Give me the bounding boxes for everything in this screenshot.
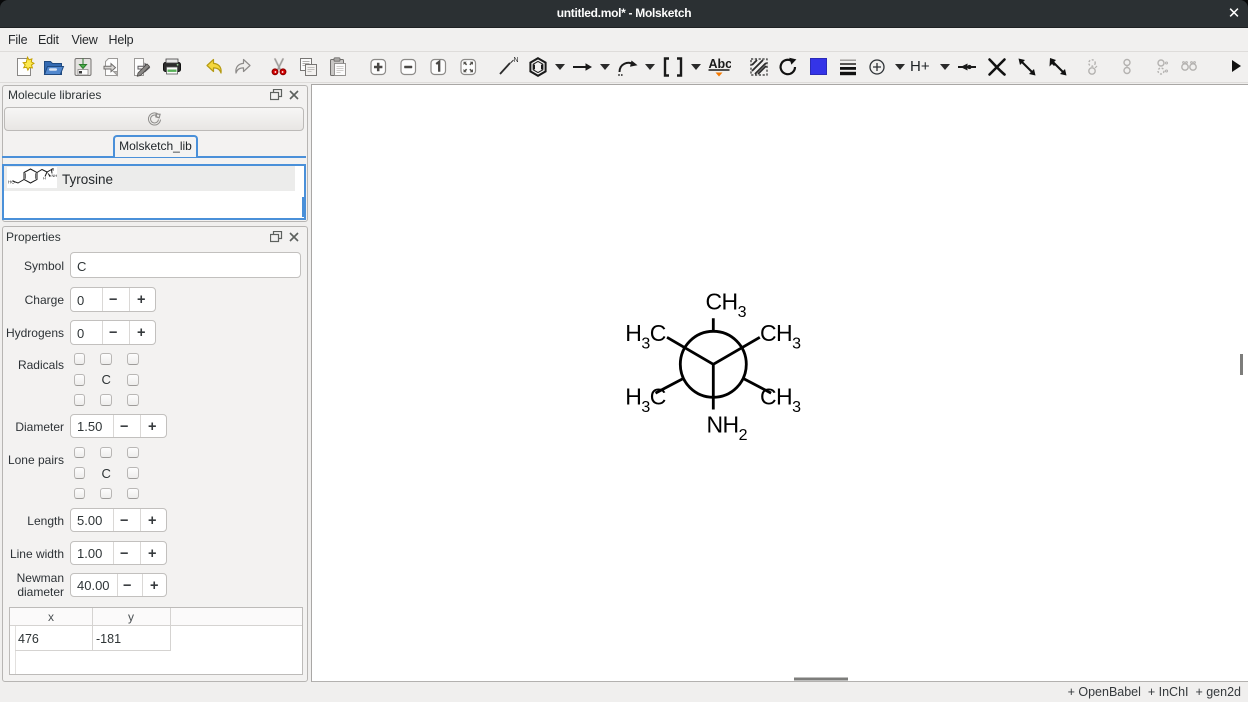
svg-text:H3C: H3C <box>625 320 665 353</box>
svg-text:Abc: Abc <box>709 57 732 71</box>
svg-text:NH: NH <box>52 173 58 178</box>
svg-text:NH2: NH2 <box>707 412 748 445</box>
svg-text:CH3: CH3 <box>760 384 801 417</box>
svg-text:CH3: CH3 <box>760 320 801 353</box>
svg-text:HO: HO <box>8 180 15 185</box>
svg-text:H: H <box>43 176 46 181</box>
svg-text:O: O <box>51 167 54 172</box>
svg-text:H3C: H3C <box>625 384 665 417</box>
svg-text:CH3: CH3 <box>706 288 747 321</box>
svg-text:N: N <box>514 57 519 64</box>
